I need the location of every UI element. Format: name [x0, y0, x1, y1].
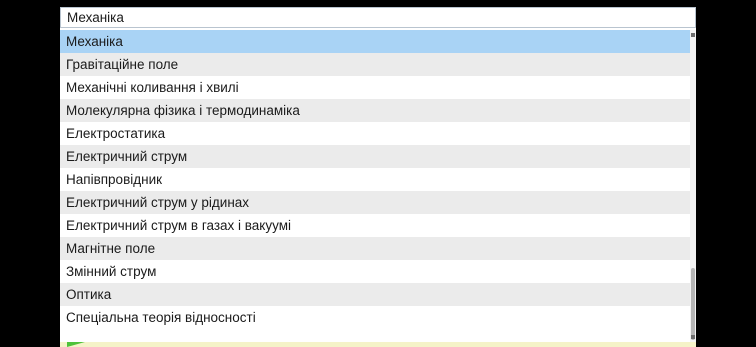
green-triangle-icon [67, 342, 85, 347]
option-gravitational-field[interactable]: Гравітаційне поле [60, 53, 690, 76]
option-current-in-gases[interactable]: Електричний струм в газах і вакуумі [60, 214, 690, 237]
option-electric-current[interactable]: Електричний струм [60, 145, 690, 168]
topic-options-list[interactable]: Механіка Гравітаційне поле Механічні кол… [60, 30, 690, 342]
option-alternating-current[interactable]: Змінний струм [60, 260, 690, 283]
option-molecular-physics[interactable]: Молекулярна фізика і термодинаміка [60, 99, 690, 122]
option-current-in-liquids[interactable]: Електричний струм у рідинах [60, 191, 690, 214]
option-mechanical-oscillations[interactable]: Механічні коливання і хвилі [60, 76, 690, 99]
bottom-content-strip [60, 342, 696, 347]
scrollbar-thumb[interactable] [691, 268, 695, 340]
scroll-down-arrow-icon[interactable] [691, 335, 695, 339]
option-optics[interactable]: Оптика [60, 283, 690, 306]
option-semiconductor[interactable]: Напівпровідник [60, 168, 690, 191]
option-magnetic-field[interactable]: Магнітне поле [60, 237, 690, 260]
list-scrollbar[interactable] [690, 30, 696, 342]
dropdown-panel: Механіка Механіка Гравітаційне поле Меха… [60, 7, 696, 347]
option-special-relativity[interactable]: Спеціальна теорія відносності [60, 306, 690, 329]
screen-background: Механіка Механіка Гравітаційне поле Меха… [0, 0, 756, 347]
option-mechanics[interactable]: Механіка [60, 30, 690, 53]
option-electrostatics[interactable]: Електростатика [60, 122, 690, 145]
topic-select[interactable]: Механіка [60, 7, 696, 28]
scroll-up-arrow-icon[interactable] [691, 33, 695, 37]
topic-select-value: Механіка [67, 10, 124, 25]
